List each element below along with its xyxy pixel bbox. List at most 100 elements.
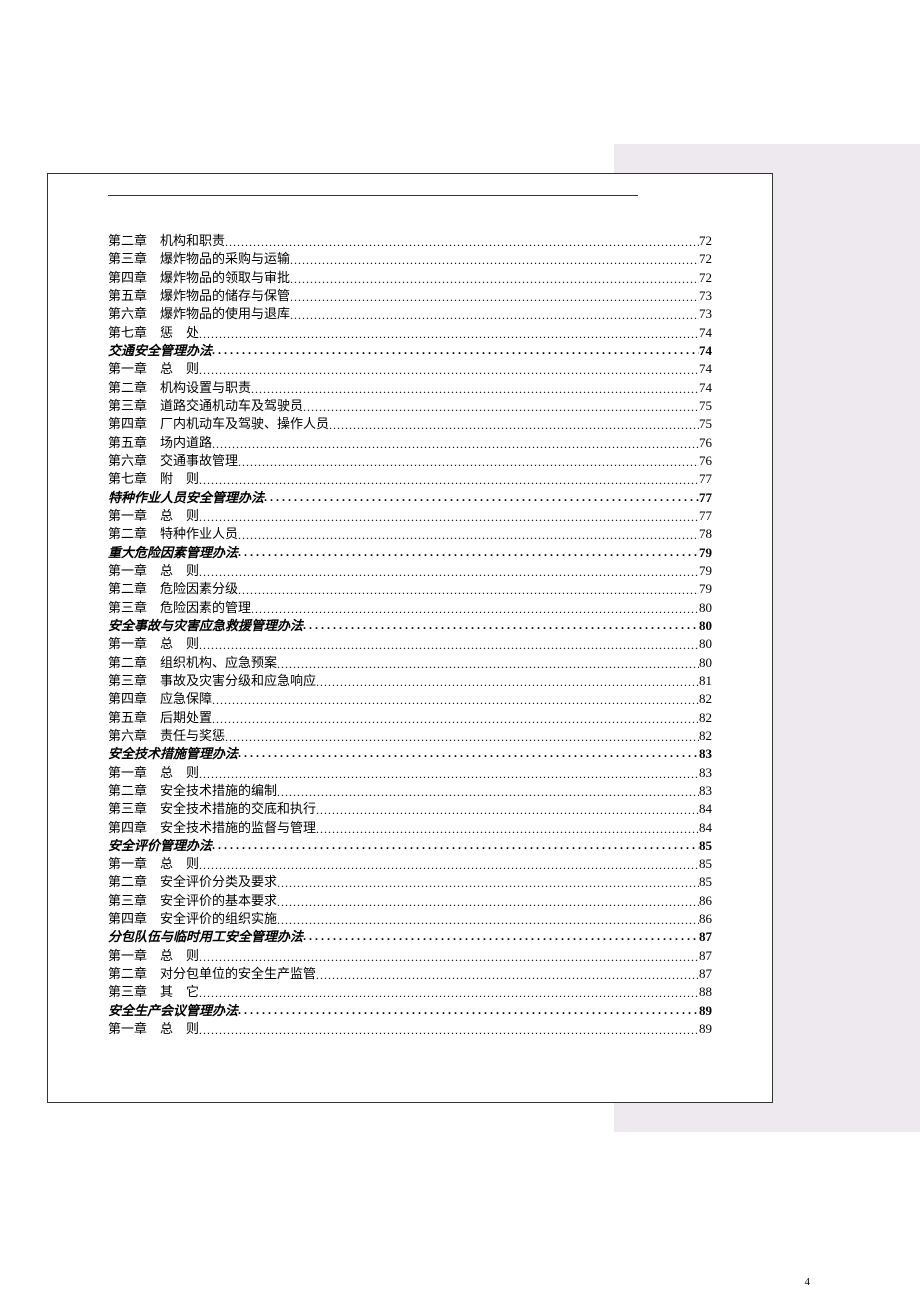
toc-entry-page: 87: [699, 928, 712, 946]
toc-entry-page: 86: [699, 910, 712, 928]
toc-leader-dots: ........................................…: [303, 399, 699, 416]
toc-entry-label: 安全生产会议管理办法: [108, 1002, 238, 1020]
toc-entry-label: 第二章 对分包单位的安全生产监管: [108, 965, 316, 983]
toc-entry-page: 79: [699, 544, 712, 562]
toc-leader-dots: ........................................…: [238, 1002, 699, 1019]
toc-entry: 分包队伍与临时用工安全管理办法.........................…: [108, 928, 712, 946]
toc-entry: 第二章 机构设置与职责.............................…: [108, 379, 712, 397]
toc-entry: 第七章 惩 处.................................…: [108, 324, 712, 342]
toc-leader-dots: ........................................…: [238, 582, 699, 599]
toc-entry: 第一章 总 则.................................…: [108, 507, 712, 525]
toc-entry: 第三章 事故及灾害分级和应急响应........................…: [108, 672, 712, 690]
toc-entry: 第四章 爆炸物品的领取与审批..........................…: [108, 269, 712, 287]
toc-entry-page: 89: [699, 1002, 712, 1020]
toc-entry-label: 第二章 机构和职责: [108, 232, 225, 250]
toc-entry-page: 89: [699, 1020, 712, 1038]
toc-entry: 重大危险因素管理办法..............................…: [108, 544, 712, 562]
toc-entry-page: 87: [699, 947, 712, 965]
toc-leader-dots: ........................................…: [277, 912, 699, 929]
toc-entry-page: 77: [699, 489, 712, 507]
toc-entry-page: 74: [699, 342, 712, 360]
toc-list: 第二章 机构和职责...............................…: [108, 232, 712, 1038]
toc-entry-page: 72: [699, 269, 712, 287]
toc-leader-dots: ........................................…: [199, 509, 699, 526]
toc-entry: 第四章 安全技术措施的监督与管理........................…: [108, 819, 712, 837]
toc-entry-label: 第二章 组织机构、应急预案: [108, 654, 277, 672]
toc-entry-label: 第三章 事故及灾害分级和应急响应: [108, 672, 316, 690]
toc-entry: 第二章 机构和职责...............................…: [108, 232, 712, 250]
toc-entry: 第四章 厂内机动车及驾驶、操作人员.......................…: [108, 415, 712, 433]
toc-entry-label: 安全事故与灾害应急救援管理办法: [108, 617, 303, 635]
toc-entry-page: 76: [699, 434, 712, 452]
toc-entry: 交通安全管理办法................................…: [108, 342, 712, 360]
toc-leader-dots: ........................................…: [199, 326, 699, 343]
toc-entry-label: 第一章 总 则: [108, 562, 199, 580]
toc-entry-page: 85: [699, 873, 712, 891]
toc-entry-label: 特种作业人员安全管理办法: [108, 489, 264, 507]
toc-entry-label: 第一章 总 则: [108, 360, 199, 378]
toc-entry: 第一章 总 则.................................…: [108, 1020, 712, 1038]
toc-leader-dots: ........................................…: [199, 564, 699, 581]
toc-entry-page: 80: [699, 654, 712, 672]
toc-entry-label: 第四章 安全技术措施的监督与管理: [108, 819, 316, 837]
toc-entry: 第三章 安全评价的基本要求...........................…: [108, 892, 712, 910]
toc-leader-dots: ........................................…: [238, 527, 699, 544]
toc-entry: 第一章 总 则.................................…: [108, 360, 712, 378]
toc-leader-dots: ........................................…: [199, 985, 699, 1002]
toc-entry-label: 第一章 总 则: [108, 507, 199, 525]
toc-entry-label: 第三章 危险因素的管理: [108, 599, 251, 617]
toc-entry: 第四章 应急保障................................…: [108, 690, 712, 708]
toc-leader-dots: ........................................…: [316, 821, 699, 838]
toc-entry-page: 82: [699, 690, 712, 708]
toc-entry: 第四章 安全评价的组织实施...........................…: [108, 910, 712, 928]
toc-leader-dots: ........................................…: [290, 289, 699, 306]
toc-content: 第二章 机构和职责...............................…: [108, 195, 712, 1038]
toc-entry-page: 74: [699, 379, 712, 397]
toc-entry-label: 第二章 特种作业人员: [108, 525, 238, 543]
toc-entry-label: 安全技术措施管理办法: [108, 745, 238, 763]
toc-entry-label: 第二章 安全评价分类及要求: [108, 873, 277, 891]
toc-entry-page: 85: [699, 837, 712, 855]
toc-entry-page: 84: [699, 800, 712, 818]
toc-entry-label: 第一章 总 则: [108, 764, 199, 782]
toc-entry: 第三章 其 它.................................…: [108, 983, 712, 1001]
toc-entry-page: 74: [699, 324, 712, 342]
toc-entry-page: 79: [699, 580, 712, 598]
toc-entry-page: 73: [699, 287, 712, 305]
toc-entry-page: 80: [699, 599, 712, 617]
toc-entry: 第五章 后期处置................................…: [108, 709, 712, 727]
toc-entry-label: 交通安全管理办法: [108, 342, 212, 360]
toc-entry-label: 第三章 安全技术措施的交底和执行: [108, 800, 316, 818]
toc-leader-dots: ........................................…: [225, 729, 699, 746]
toc-leader-dots: ........................................…: [199, 766, 699, 783]
toc-entry: 安全技术措施管理办法..............................…: [108, 745, 712, 763]
toc-entry-label: 第三章 道路交通机动车及驾驶员: [108, 397, 303, 415]
toc-entry: 第二章 安全技术措施的编制...........................…: [108, 782, 712, 800]
toc-leader-dots: ........................................…: [212, 692, 699, 709]
toc-entry: 第一章 总 则.................................…: [108, 855, 712, 873]
header-underline: [108, 195, 638, 196]
toc-entry: 第一章 总 则.................................…: [108, 764, 712, 782]
toc-entry: 第三章 危险因素的管理.............................…: [108, 599, 712, 617]
toc-entry: 安全生产会议管理办法..............................…: [108, 1002, 712, 1020]
toc-leader-dots: ........................................…: [303, 928, 699, 945]
toc-entry-label: 第一章 总 则: [108, 947, 199, 965]
toc-entry-page: 82: [699, 709, 712, 727]
toc-leader-dots: ........................................…: [277, 784, 699, 801]
toc-entry-page: 73: [699, 305, 712, 323]
toc-entry: 第五章 爆炸物品的储存与保管..........................…: [108, 287, 712, 305]
toc-leader-dots: ........................................…: [303, 617, 699, 634]
toc-entry-label: 分包队伍与临时用工安全管理办法: [108, 928, 303, 946]
toc-entry-page: 79: [699, 562, 712, 580]
toc-entry-label: 第三章 爆炸物品的采购与运输: [108, 250, 290, 268]
toc-entry-page: 84: [699, 819, 712, 837]
toc-entry-page: 81: [699, 672, 712, 690]
toc-entry: 第三章 安全技术措施的交底和执行........................…: [108, 800, 712, 818]
toc-entry-page: 75: [699, 415, 712, 433]
toc-entry-page: 85: [699, 855, 712, 873]
toc-entry-page: 87: [699, 965, 712, 983]
toc-leader-dots: ........................................…: [199, 1022, 699, 1039]
toc-entry: 第六章 爆炸物品的使用与退库..........................…: [108, 305, 712, 323]
toc-leader-dots: ........................................…: [199, 857, 699, 874]
toc-entry-page: 83: [699, 782, 712, 800]
